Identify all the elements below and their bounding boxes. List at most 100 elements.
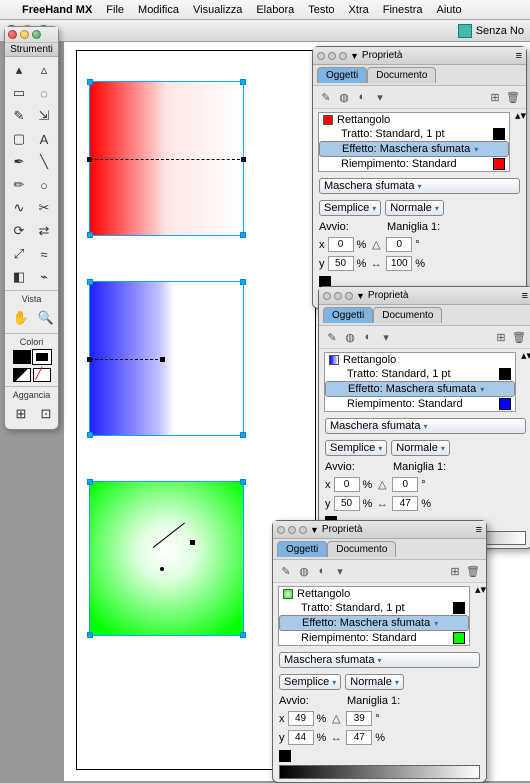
page-tool[interactable]: ▭ bbox=[7, 82, 31, 104]
grid-icon[interactable]: ⊞ bbox=[447, 563, 463, 579]
angle-input[interactable] bbox=[392, 477, 418, 492]
none-color-button[interactable]: ╱ bbox=[33, 368, 51, 382]
connector-tool[interactable]: ⌁ bbox=[32, 266, 56, 288]
object-list[interactable]: Rettangolo Tratto: Standard, 1 pt Effett… bbox=[318, 112, 510, 172]
menu-modifica[interactable]: Modifica bbox=[138, 4, 179, 16]
output-tool[interactable]: ⇲ bbox=[32, 105, 56, 127]
panel-minimize-button[interactable] bbox=[20, 30, 29, 39]
rectangle-red[interactable] bbox=[89, 81, 244, 236]
zoom-tool[interactable]: 🔍 bbox=[34, 307, 58, 329]
add-fill-icon[interactable]: ◍ bbox=[342, 329, 358, 345]
grid-icon[interactable]: ⊞ bbox=[487, 89, 503, 105]
mask-mode2-select[interactable]: Normale bbox=[345, 674, 404, 690]
snap-object-tool[interactable]: ⊞ bbox=[9, 403, 33, 425]
rectangle-blue[interactable] bbox=[89, 281, 244, 436]
y-input[interactable] bbox=[328, 256, 354, 271]
panel-close-button[interactable] bbox=[8, 30, 17, 39]
line-tool[interactable]: ╲ bbox=[32, 151, 56, 173]
panel-zoom-button[interactable] bbox=[32, 30, 41, 39]
tools-panel[interactable]: Strumenti ▴ ▵ ▭ ◌ ✎ ⇲ ▢ A ✒ ╲ ✏ ○ ∿ ✂ ⟳ … bbox=[4, 26, 59, 430]
trace-tool[interactable]: ◧ bbox=[7, 266, 31, 288]
panel-disclosure-icon[interactable]: ▼ bbox=[310, 525, 319, 535]
rectangle-green[interactable] bbox=[89, 481, 244, 636]
panel-menu-icon[interactable]: ≡ bbox=[516, 50, 522, 62]
object-list[interactable]: Rettangolo Tratto: Standard, 1 pt Effett… bbox=[324, 352, 516, 412]
mask-mode1-select[interactable]: Semplice bbox=[325, 440, 387, 456]
snap-point-tool[interactable]: ⊡ bbox=[34, 403, 58, 425]
panel-disclosure-icon[interactable]: ▼ bbox=[350, 51, 359, 61]
panel-disclosure-icon[interactable]: ▼ bbox=[356, 291, 365, 301]
pointer-tool[interactable]: ▴ bbox=[7, 59, 31, 81]
panel-menu-icon[interactable]: ≡ bbox=[522, 290, 528, 302]
trash-icon[interactable]: 🗑 bbox=[465, 563, 481, 579]
angle-input[interactable] bbox=[386, 237, 412, 252]
add-effect-icon[interactable]: ◐ bbox=[360, 329, 376, 345]
fill-swatch[interactable] bbox=[33, 350, 51, 364]
x-input[interactable] bbox=[334, 477, 360, 492]
menu-visualizza[interactable]: Visualizza bbox=[193, 4, 242, 16]
tab-oggetti[interactable]: Oggetti bbox=[323, 307, 373, 323]
mask-mode1-select[interactable]: Semplice bbox=[279, 674, 341, 690]
eyedropper-tool[interactable]: ✎ bbox=[7, 105, 31, 127]
knife-tool[interactable]: ✂ bbox=[32, 197, 56, 219]
add-stroke-icon[interactable]: ✎ bbox=[318, 89, 334, 105]
gradient-stop-swatch[interactable] bbox=[279, 750, 291, 762]
menu-elabora[interactable]: Elabora bbox=[256, 4, 294, 16]
reflect-tool[interactable]: ⇄ bbox=[32, 220, 56, 242]
properties-panel-2[interactable]: ▼ Proprietà ≡ Oggetti Documento ✎ ◍ ◐ ▾ … bbox=[318, 286, 530, 549]
object-list[interactable]: Rettangolo Tratto: Standard, 1 pt Effett… bbox=[278, 586, 470, 646]
length-input[interactable] bbox=[392, 496, 418, 511]
menu-file[interactable]: File bbox=[106, 4, 124, 16]
menu-finestra[interactable]: Finestra bbox=[383, 4, 423, 16]
add-fill-icon[interactable]: ◍ bbox=[336, 89, 352, 105]
x-input[interactable] bbox=[328, 237, 354, 252]
more-icon[interactable]: ▾ bbox=[372, 89, 388, 105]
menu-aiuto[interactable]: Aiuto bbox=[436, 4, 461, 16]
tab-oggetti[interactable]: Oggetti bbox=[317, 67, 367, 83]
list-scrollbar[interactable]: ▴▾ bbox=[515, 109, 526, 175]
y-input[interactable] bbox=[334, 496, 360, 511]
add-effect-icon[interactable]: ◐ bbox=[354, 89, 370, 105]
mask-mode1-select[interactable]: Semplice bbox=[319, 200, 381, 216]
tab-documento[interactable]: Documento bbox=[327, 541, 396, 557]
add-stroke-icon[interactable]: ✎ bbox=[278, 563, 294, 579]
pencil-tool[interactable]: ✏ bbox=[7, 174, 31, 196]
app-menu[interactable]: FreeHand MX bbox=[22, 4, 92, 16]
ellipse-tool[interactable]: ○ bbox=[32, 174, 56, 196]
blend-tool[interactable]: ≈ bbox=[32, 243, 56, 265]
list-scrollbar[interactable]: ▴▾ bbox=[475, 583, 486, 649]
more-icon[interactable]: ▾ bbox=[378, 329, 394, 345]
tab-oggetti[interactable]: Oggetti bbox=[277, 541, 327, 557]
y-input[interactable] bbox=[288, 730, 314, 745]
gradient-ramp[interactable] bbox=[279, 765, 480, 779]
menu-testo[interactable]: Testo bbox=[308, 4, 334, 16]
length-input[interactable] bbox=[346, 730, 372, 745]
tab-documento[interactable]: Documento bbox=[367, 67, 436, 83]
mask-type-select[interactable]: Maschera sfumata bbox=[325, 418, 526, 434]
mask-type-select[interactable]: Maschera sfumata bbox=[279, 652, 480, 668]
mask-type-select[interactable]: Maschera sfumata bbox=[319, 178, 520, 194]
tab-documento[interactable]: Documento bbox=[373, 307, 442, 323]
trash-icon[interactable]: 🗑 bbox=[505, 89, 521, 105]
grid-icon[interactable]: ⊞ bbox=[493, 329, 509, 345]
trash-icon[interactable]: 🗑 bbox=[511, 329, 527, 345]
pen-tool[interactable]: ✒ bbox=[7, 151, 31, 173]
more-icon[interactable]: ▾ bbox=[332, 563, 348, 579]
subselect-tool[interactable]: ▵ bbox=[32, 59, 56, 81]
freeform-tool[interactable]: ∿ bbox=[7, 197, 31, 219]
menu-xtra[interactable]: Xtra bbox=[349, 4, 369, 16]
properties-panel-1[interactable]: ▼ Proprietà ≡ Oggetti Documento ✎ ◍ ◐ ▾ … bbox=[312, 46, 527, 309]
text-tool[interactable]: A bbox=[32, 128, 56, 150]
lasso-tool[interactable]: ◌ bbox=[32, 82, 56, 104]
length-input[interactable] bbox=[386, 256, 412, 271]
stroke-swatch[interactable] bbox=[13, 350, 31, 364]
scale-tool[interactable]: ⤢ bbox=[7, 243, 31, 265]
add-effect-icon[interactable]: ◐ bbox=[314, 563, 330, 579]
list-scrollbar[interactable]: ▴▾ bbox=[521, 349, 530, 415]
x-input[interactable] bbox=[288, 711, 314, 726]
mask-mode2-select[interactable]: Normale bbox=[385, 200, 444, 216]
add-stroke-icon[interactable]: ✎ bbox=[324, 329, 340, 345]
panel-menu-icon[interactable]: ≡ bbox=[476, 524, 482, 536]
mask-mode2-select[interactable]: Normale bbox=[391, 440, 450, 456]
hand-tool[interactable]: ✋ bbox=[9, 307, 33, 329]
